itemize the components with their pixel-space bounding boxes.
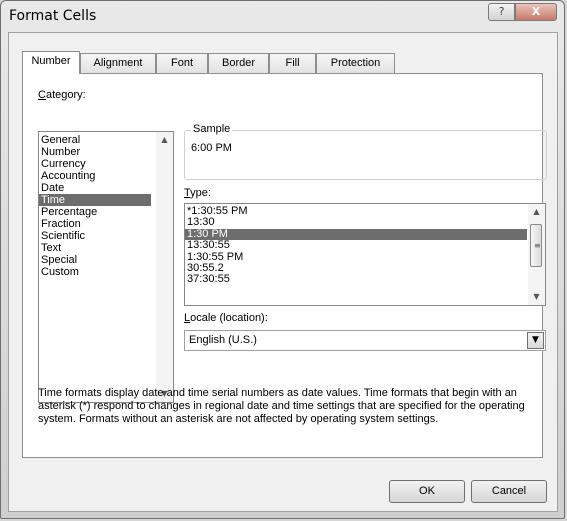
tab-fill[interactable]: Fill — [269, 53, 316, 73]
scroll-down-icon[interactable]: ▼ — [528, 289, 545, 305]
category-item-scientific[interactable]: Scientific — [39, 230, 151, 242]
sample-value: 6:00 PM — [191, 142, 232, 154]
ok-button[interactable]: OK — [389, 480, 465, 503]
type-scrollbar[interactable]: ▲ ≡ ▼ — [528, 204, 545, 305]
type-item[interactable]: 13:30:55 — [185, 239, 527, 251]
title-bar: Format Cells ? X — [1, 1, 564, 31]
category-scrollbar[interactable]: ▲ ▼ — [156, 132, 173, 402]
category-item-time[interactable]: Time — [39, 194, 151, 206]
category-item-date[interactable]: Date — [39, 182, 151, 194]
number-tab-panel: Category: General Number Currency Accoun… — [22, 73, 547, 458]
type-list[interactable]: *1:30:55 PM 13:30 1:30 PM 13:30:55 1:30:… — [184, 203, 546, 306]
close-button[interactable]: X — [515, 3, 557, 21]
category-item-custom[interactable]: Custom — [39, 266, 151, 278]
tab-number[interactable]: Number — [22, 51, 80, 74]
category-item-percentage[interactable]: Percentage — [39, 206, 151, 218]
type-item[interactable]: 37:30:55 — [185, 273, 527, 285]
locale-dropdown[interactable]: English (U.S.) ▼ — [184, 330, 546, 351]
scroll-thumb[interactable]: ≡ — [530, 224, 542, 267]
grip-icon: ≡ — [534, 241, 541, 250]
dialog-title: Format Cells — [9, 8, 97, 24]
category-item-general[interactable]: General — [39, 134, 151, 146]
scroll-up-icon[interactable]: ▲ — [528, 204, 545, 220]
category-items: General Number Currency Accounting Date … — [39, 132, 173, 278]
category-label: Category: — [38, 89, 86, 101]
tab-alignment[interactable]: Alignment — [80, 53, 156, 73]
type-items: *1:30:55 PM 13:30 1:30 PM 13:30:55 1:30:… — [185, 204, 545, 286]
type-item[interactable]: *1:30:55 PM — [185, 205, 527, 217]
category-item-currency[interactable]: Currency — [39, 158, 151, 170]
type-item[interactable]: 30:55.2 — [185, 262, 527, 274]
dialog-body: Number Alignment Font Border Fill Protec… — [8, 32, 558, 512]
tab-font[interactable]: Font — [156, 53, 208, 73]
type-label: Type: — [184, 187, 211, 199]
scroll-up-icon[interactable]: ▲ — [156, 132, 173, 148]
category-item-special[interactable]: Special — [39, 254, 151, 266]
locale-label: Locale (location): — [184, 312, 268, 324]
tab-border[interactable]: Border — [208, 53, 269, 73]
type-item[interactable]: 13:30 — [185, 216, 527, 228]
help-button[interactable]: ? — [488, 3, 515, 21]
category-item-accounting[interactable]: Accounting — [39, 170, 151, 182]
category-item-text[interactable]: Text — [39, 242, 151, 254]
format-cells-dialog: Format Cells ? X Number Alignment Font B… — [0, 0, 565, 519]
category-item-fraction[interactable]: Fraction — [39, 218, 151, 230]
chevron-down-icon[interactable]: ▼ — [527, 332, 544, 349]
tab-protection[interactable]: Protection — [316, 53, 395, 73]
type-item[interactable]: 1:30:55 PM — [185, 251, 527, 263]
category-list[interactable]: General Number Currency Accounting Date … — [38, 131, 174, 403]
sample-group — [184, 130, 547, 180]
category-item-number[interactable]: Number — [39, 146, 151, 158]
sample-label: Sample — [191, 123, 233, 135]
locale-value: English (U.S.) — [189, 334, 257, 346]
type-item-selected[interactable]: 1:30 PM — [185, 228, 527, 241]
cancel-button[interactable]: Cancel — [471, 480, 547, 503]
category-description: Time formats display date and time seria… — [38, 387, 525, 425]
